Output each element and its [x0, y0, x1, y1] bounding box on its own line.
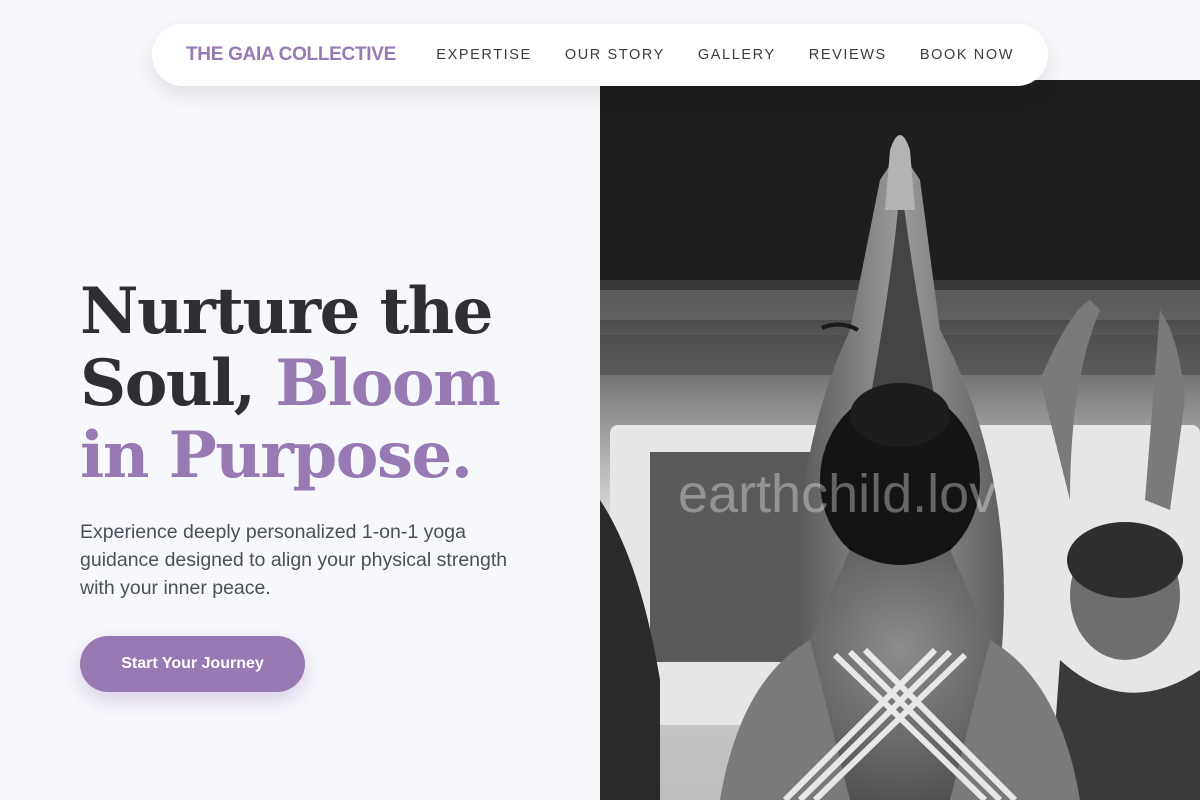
nav-item-gallery: GALLERY — [698, 46, 776, 64]
hero-subtext: Experience deeply personalized 1-on-1 yo… — [80, 521, 508, 599]
hero-headline: Nurture the Soul, Bloom in Purpose. — [80, 276, 560, 492]
nav-link-book-now[interactable]: BOOK NOW — [920, 47, 1014, 63]
nav-item-reviews: REVIEWS — [809, 46, 887, 64]
headline-line-1: Nurture the — [80, 274, 493, 349]
nav-links: EXPERTISE OUR STORY GALLERY REVIEWS BOOK… — [436, 46, 1014, 64]
headline-line-2-plain: Soul, — [80, 346, 276, 421]
nav-link-reviews[interactable]: REVIEWS — [809, 47, 887, 63]
headline-accent-bloom: Bloom — [275, 346, 501, 421]
nav-link-gallery[interactable]: GALLERY — [698, 47, 776, 63]
nav-item-our-story: OUR STORY — [565, 46, 665, 64]
main-navbar: THE GAIA COLLECTIVE EXPERTISE OUR STORY … — [152, 24, 1048, 86]
photo-watermark: earthchild.lov — [678, 464, 996, 524]
nav-item-book-now: BOOK NOW — [920, 46, 1014, 64]
nav-link-our-story[interactable]: OUR STORY — [565, 47, 665, 63]
hero-copy: Nurture the Soul, Bloom in Purpose. Expe… — [80, 276, 560, 692]
nav-link-expertise[interactable]: EXPERTISE — [436, 47, 532, 63]
start-journey-button[interactable]: Start Your Journey — [80, 636, 305, 692]
brand-logo-text[interactable]: THE GAIA COLLECTIVE — [186, 44, 396, 66]
hero-photo: earthchild.lov — [600, 80, 1200, 800]
nav-item-expertise: EXPERTISE — [436, 46, 532, 64]
headline-accent-purpose: in Purpose. — [80, 418, 473, 493]
